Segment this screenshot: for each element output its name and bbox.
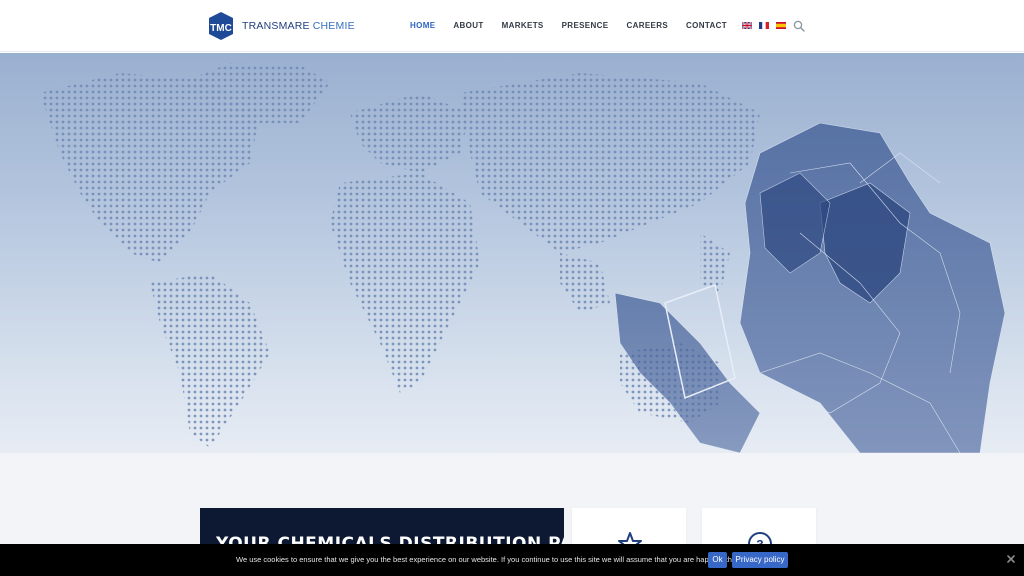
cookie-notice-bar: We use cookies to ensure that we give yo…: [0, 544, 1024, 576]
hero-banner: [0, 53, 1024, 453]
english-flag-icon[interactable]: [741, 22, 752, 29]
site-logo[interactable]: TMC TRANSMARE CHEMIE: [207, 11, 355, 41]
brand-name: TRANSMARE CHEMIE: [242, 20, 355, 32]
french-flag-icon[interactable]: [758, 22, 769, 29]
brand-name-part1: TRANSMARE: [242, 20, 310, 32]
logo-mark-text: TMC: [210, 23, 232, 34]
tmc-logo-icon: TMC: [209, 12, 233, 40]
main-nav: HOME ABOUT MARKETS PRESENCE CAREERS CONT…: [410, 21, 793, 30]
nav-about[interactable]: ABOUT: [453, 21, 483, 30]
site-header: TMC TRANSMARE CHEMIE HOME ABOUT MARKETS P…: [0, 0, 1024, 52]
page: TMC TRANSMARE CHEMIE HOME ABOUT MARKETS P…: [0, 0, 1024, 576]
nav-markets[interactable]: MARKETS: [502, 21, 544, 30]
brand-name-part2: CHEMIE: [312, 20, 355, 32]
nav-presence[interactable]: PRESENCE: [562, 21, 609, 30]
nav-careers[interactable]: CAREERS: [626, 21, 668, 30]
nav-home[interactable]: HOME: [410, 21, 435, 30]
search-icon[interactable]: [793, 20, 805, 32]
nav-contact[interactable]: CONTACT: [686, 21, 727, 30]
privacy-policy-button[interactable]: Privacy policy: [732, 552, 788, 568]
language-switcher: [741, 22, 793, 29]
world-map-dots: [40, 63, 760, 448]
cookie-notice-text: We use cookies to ensure that we give yo…: [236, 555, 740, 564]
close-icon[interactable]: [1006, 554, 1016, 564]
hero-world-map-image: [40, 63, 1006, 453]
spanish-flag-icon[interactable]: [775, 22, 786, 29]
cookie-accept-button[interactable]: Ok: [708, 552, 727, 568]
